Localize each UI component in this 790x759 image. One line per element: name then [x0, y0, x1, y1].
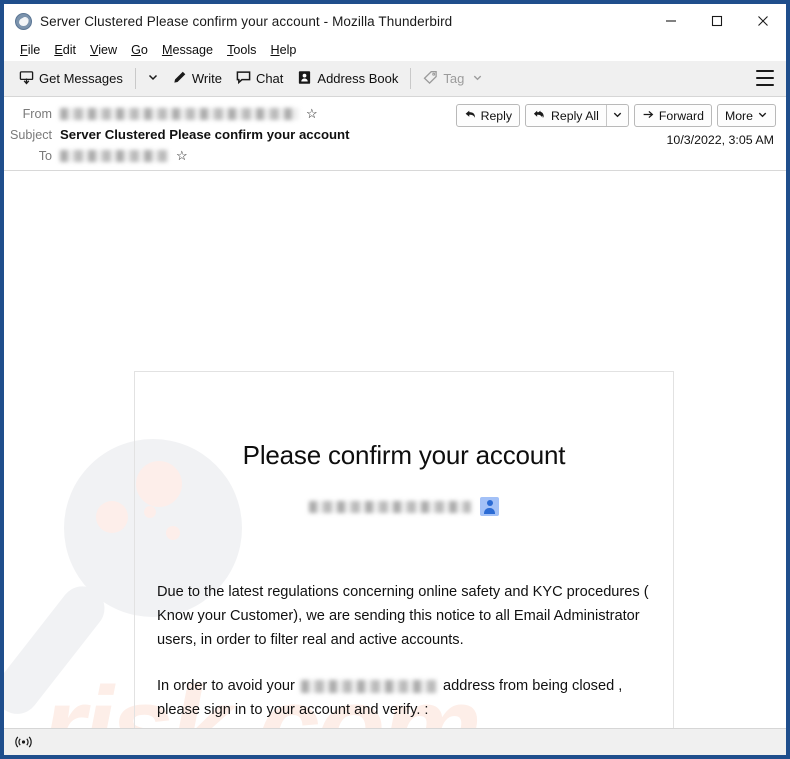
- from-address-redacted: [60, 107, 298, 120]
- window-title: Server Clustered Please confirm your acc…: [40, 13, 453, 29]
- message-actions: Reply Reply All Forward More: [455, 104, 776, 127]
- statusbar: [4, 728, 786, 755]
- menu-help[interactable]: Help: [263, 41, 303, 59]
- write-label: Write: [191, 71, 222, 86]
- window-controls: [648, 4, 786, 38]
- email-card: Please confirm your account Due to the l…: [134, 371, 674, 728]
- toolbar-separator-2: [410, 68, 412, 89]
- minimize-icon[interactable]: [648, 4, 694, 38]
- to-address-redacted: [60, 149, 168, 162]
- reply-all-label: Reply All: [551, 108, 599, 123]
- to-label: To: [38, 148, 52, 163]
- forward-label: Forward: [658, 108, 704, 123]
- email-heading: Please confirm your account: [242, 440, 566, 470]
- menubar: FFileile Edit View Go Message Tools Help: [4, 38, 786, 61]
- main-toolbar: Get Messages Write Chat Address Book Tag: [4, 61, 786, 97]
- tag-button[interactable]: Tag: [416, 66, 490, 92]
- menu-file[interactable]: FFileile: [13, 41, 47, 59]
- subject-label: Subject: [9, 127, 52, 142]
- titlebar: Server Clustered Please confirm your acc…: [4, 4, 786, 38]
- message-body: risk.com Please confirm your account Due…: [4, 171, 786, 728]
- chevron-down-icon: [612, 109, 623, 123]
- window-inner: Server Clustered Please confirm your acc…: [4, 4, 786, 755]
- chevron-down-icon: [472, 71, 483, 86]
- reply-all-split-button: Reply All: [525, 104, 629, 127]
- watermark-dot: [96, 501, 128, 533]
- account-email-redacted: [309, 500, 471, 513]
- reply-all-arrow-icon: [533, 108, 547, 124]
- reply-button[interactable]: Reply: [455, 104, 521, 127]
- toolbar-separator: [134, 68, 136, 89]
- thunderbird-logo-icon: [15, 12, 32, 30]
- speech-bubble-icon: [236, 70, 251, 88]
- write-button[interactable]: Write: [165, 66, 229, 92]
- chevron-down-icon: [757, 109, 768, 123]
- menu-go[interactable]: Go: [124, 41, 155, 59]
- address-book-label: Address Book: [317, 71, 399, 86]
- reply-label: Reply: [480, 108, 513, 123]
- menu-view[interactable]: View: [83, 41, 124, 59]
- star-outline-icon[interactable]: ☆: [176, 149, 188, 162]
- close-icon[interactable]: [740, 4, 786, 38]
- maximize-icon[interactable]: [694, 4, 740, 38]
- paragraph-2-before: In order to avoid your: [157, 678, 295, 694]
- menu-tools[interactable]: Tools: [220, 41, 263, 59]
- menu-edit[interactable]: Edit: [47, 41, 83, 59]
- forward-arrow-icon: [642, 108, 655, 124]
- message-header: From ☆ Subject Server Clustered Please c…: [4, 97, 786, 171]
- more-label: More: [724, 108, 753, 123]
- chat-button[interactable]: Chat: [229, 66, 290, 92]
- menu-message[interactable]: Message: [155, 41, 220, 59]
- reply-all-dropdown[interactable]: [605, 105, 628, 126]
- watermark-magnifier-handle: [4, 577, 114, 723]
- email-account-row: [135, 497, 673, 516]
- subject-value: Server Clustered Please confirm your acc…: [60, 127, 350, 142]
- from-value: ☆: [60, 107, 318, 120]
- hamburger-menu-icon[interactable]: [756, 70, 774, 86]
- tag-icon: [423, 70, 438, 88]
- from-label: From: [22, 106, 52, 121]
- thunderbird-window: Server Clustered Please confirm your acc…: [0, 0, 790, 759]
- reply-all-button[interactable]: Reply All: [526, 105, 606, 126]
- reply-arrow-icon: [464, 108, 477, 124]
- email-paragraph-1: Due to the latest regulations concerning…: [157, 584, 649, 648]
- get-messages-label: Get Messages: [39, 71, 123, 86]
- broadcast-signal-icon[interactable]: [12, 733, 34, 751]
- inline-email-redacted: [300, 679, 437, 693]
- email-paragraph-2: In order to avoid your address from bein…: [135, 674, 673, 722]
- chat-label: Chat: [255, 71, 284, 86]
- tag-label: Tag: [443, 71, 465, 86]
- forward-button[interactable]: Forward: [633, 104, 712, 127]
- person-avatar-icon: [480, 497, 499, 516]
- address-book-button[interactable]: Address Book: [290, 66, 405, 92]
- to-value: ☆: [60, 149, 188, 162]
- star-outline-icon[interactable]: ☆: [306, 107, 318, 120]
- more-button[interactable]: More: [716, 104, 776, 127]
- download-mail-icon: [19, 70, 34, 88]
- to-row: To ☆: [4, 145, 786, 166]
- chevron-down-icon: [147, 70, 159, 88]
- get-messages-button[interactable]: Get Messages: [12, 66, 130, 92]
- message-date: 10/3/2022, 3:05 AM: [666, 133, 774, 147]
- address-book-icon: [297, 70, 312, 88]
- pencil-icon: [172, 70, 187, 88]
- get-messages-dropdown[interactable]: [141, 66, 165, 92]
